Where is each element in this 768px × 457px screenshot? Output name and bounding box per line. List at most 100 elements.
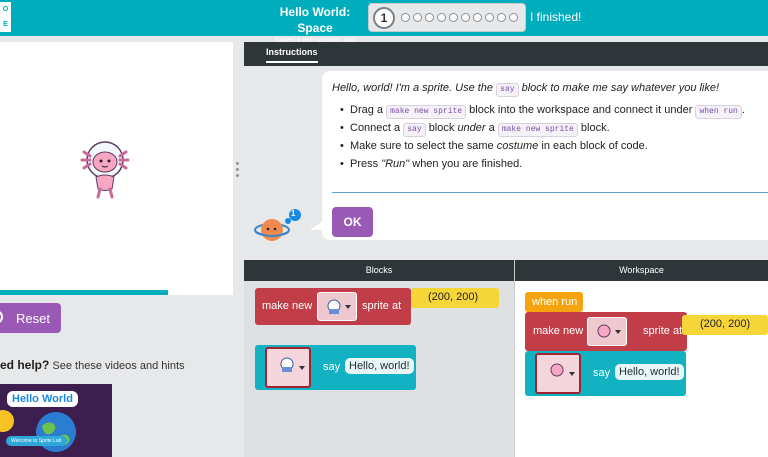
help-heading: ed help? bbox=[0, 358, 50, 372]
block-label: say bbox=[323, 361, 341, 373]
reset-label: Reset bbox=[16, 310, 50, 326]
instructions-tab-bar: Instructions bbox=[244, 42, 768, 66]
say-text-input[interactable]: Hello, world! bbox=[345, 358, 414, 374]
project-title: Hello World: Space bbox=[279, 5, 351, 35]
help-subtext: See these videos and hints bbox=[52, 360, 185, 372]
level-progress: 1 bbox=[368, 3, 526, 32]
item-text: . bbox=[741, 104, 745, 116]
item-emphasis: under bbox=[457, 122, 486, 134]
vertical-resize-handle[interactable] bbox=[236, 162, 240, 180]
chevron-down-icon bbox=[299, 366, 305, 370]
coordinate-value: (200, 200) bbox=[700, 318, 751, 330]
block-label: make new bbox=[262, 300, 313, 312]
astronaut-costume-icon bbox=[327, 299, 341, 314]
coordinate-value: (200, 200) bbox=[428, 291, 479, 303]
axolotl-costume-icon bbox=[550, 363, 564, 377]
item-text: a bbox=[488, 122, 495, 134]
list-item: Drag a make new sprite block into the wo… bbox=[340, 103, 745, 121]
level-dot[interactable] bbox=[497, 13, 506, 22]
item-text: when you are finished. bbox=[412, 158, 523, 170]
make-new-sprite-block[interactable]: make new sprite at bbox=[255, 288, 411, 325]
coordinate-block[interactable]: (200, 200) bbox=[682, 315, 768, 335]
finished-link[interactable]: I finished! bbox=[530, 10, 581, 24]
reset-button[interactable]: Reset bbox=[0, 303, 61, 333]
blocks-toolbox[interactable]: make new sprite at (200, 200) say Hello,… bbox=[244, 281, 514, 457]
block-label: when run bbox=[532, 296, 578, 308]
code-say: say bbox=[403, 123, 426, 137]
level-dot[interactable] bbox=[413, 13, 422, 22]
say-block[interactable]: say Hello, world! bbox=[255, 345, 416, 390]
stage-progress-bar bbox=[0, 290, 168, 295]
code-make-new-sprite: make new sprite bbox=[386, 105, 467, 119]
instructions-intro: Hello, world! I'm a sprite. Use the say … bbox=[332, 82, 719, 97]
block-label: sprite at bbox=[643, 325, 683, 337]
block-label: make new bbox=[533, 325, 584, 337]
video-thumbnail[interactable]: Hello World Welcome to Sprite Lab bbox=[0, 384, 112, 457]
tab-instructions[interactable]: Instructions bbox=[266, 47, 318, 63]
level-dot[interactable] bbox=[437, 13, 446, 22]
ok-button[interactable]: OK bbox=[332, 207, 373, 237]
logo-line-2: E bbox=[3, 21, 8, 28]
when-run-block[interactable]: when run bbox=[525, 292, 583, 312]
level-dot[interactable] bbox=[449, 13, 458, 22]
blocks-header: Blocks bbox=[244, 260, 514, 281]
intro-text: Hello, world! I'm a sprite. Use the bbox=[332, 82, 494, 94]
intro-text-end: block to make me say whatever you like! bbox=[521, 82, 720, 94]
say-text-input[interactable]: Hello, world! bbox=[615, 364, 684, 380]
level-dot[interactable] bbox=[509, 13, 518, 22]
level-dot[interactable] bbox=[401, 13, 410, 22]
workspace-header: Workspace bbox=[515, 260, 768, 281]
coordinate-block[interactable]: (200, 200) bbox=[411, 288, 499, 308]
axolotl-costume-icon bbox=[597, 324, 611, 338]
video-title: Hello World bbox=[7, 391, 78, 407]
notification-badge: 1 bbox=[291, 209, 296, 218]
costume-dropdown[interactable] bbox=[535, 353, 581, 394]
costume-dropdown[interactable] bbox=[317, 292, 357, 321]
item-text: Drag a bbox=[350, 104, 384, 116]
item-emphasis: costume bbox=[496, 140, 539, 152]
item-text: block. bbox=[580, 122, 610, 134]
video-subtitle: Welcome to Sprite Lab bbox=[6, 436, 67, 446]
axolotl-sprite bbox=[80, 141, 130, 199]
top-header: O E Hello World: Space Saved a few secon… bbox=[0, 0, 768, 44]
project-title-block: Hello World: Space Saved a few seconds a… bbox=[262, 4, 368, 46]
level-dot[interactable] bbox=[425, 13, 434, 22]
code-org-logo[interactable]: O E bbox=[0, 2, 11, 32]
instruction-list: Drag a make new sprite block into the wo… bbox=[340, 103, 745, 175]
astronaut-costume-icon bbox=[280, 357, 294, 372]
item-text: Make sure to select the same bbox=[350, 140, 494, 152]
chevron-down-icon bbox=[615, 330, 621, 334]
costume-dropdown[interactable] bbox=[587, 317, 627, 346]
chevron-down-icon bbox=[345, 305, 351, 309]
globe-icon bbox=[36, 412, 76, 452]
level-dot[interactable] bbox=[485, 13, 494, 22]
item-emphasis: "Run" bbox=[381, 158, 410, 170]
workspace-area[interactable]: when run make new sprite at (200, 200) s… bbox=[515, 281, 768, 457]
say-block[interactable]: say Hello, world! bbox=[525, 351, 686, 396]
game-stage[interactable] bbox=[0, 42, 233, 295]
item-text: Connect a bbox=[350, 122, 401, 134]
make-new-sprite-block[interactable]: make new sprite at bbox=[525, 312, 687, 351]
list-item: Connect a say block under a make new spr… bbox=[340, 121, 745, 139]
block-label: say bbox=[593, 367, 611, 379]
level-dot[interactable] bbox=[473, 13, 482, 22]
block-label: sprite at bbox=[362, 300, 402, 312]
code-make-new-sprite: make new sprite bbox=[497, 123, 578, 137]
logo-line-1: O bbox=[2, 6, 9, 13]
item-text: block into the workspace and connect it … bbox=[469, 104, 693, 116]
level-1-button[interactable]: 1 bbox=[373, 7, 395, 29]
instructions-bubble: Hello, world! I'm a sprite. Use the say … bbox=[322, 71, 768, 240]
costume-dropdown[interactable] bbox=[265, 347, 311, 388]
smiley-icon bbox=[0, 410, 14, 432]
chevron-down-icon bbox=[569, 372, 575, 376]
item-text: block bbox=[428, 122, 455, 134]
reset-icon bbox=[0, 310, 3, 324]
list-item: Make sure to select the same costume in … bbox=[340, 139, 745, 157]
divider bbox=[332, 192, 768, 193]
list-item: Press "Run" when you are finished. bbox=[340, 157, 745, 175]
code-say: say bbox=[496, 83, 519, 97]
item-text: Press bbox=[350, 158, 379, 170]
code-when-run: when run bbox=[695, 105, 742, 119]
item-text: in each block of code. bbox=[541, 140, 648, 152]
level-dot[interactable] bbox=[461, 13, 470, 22]
